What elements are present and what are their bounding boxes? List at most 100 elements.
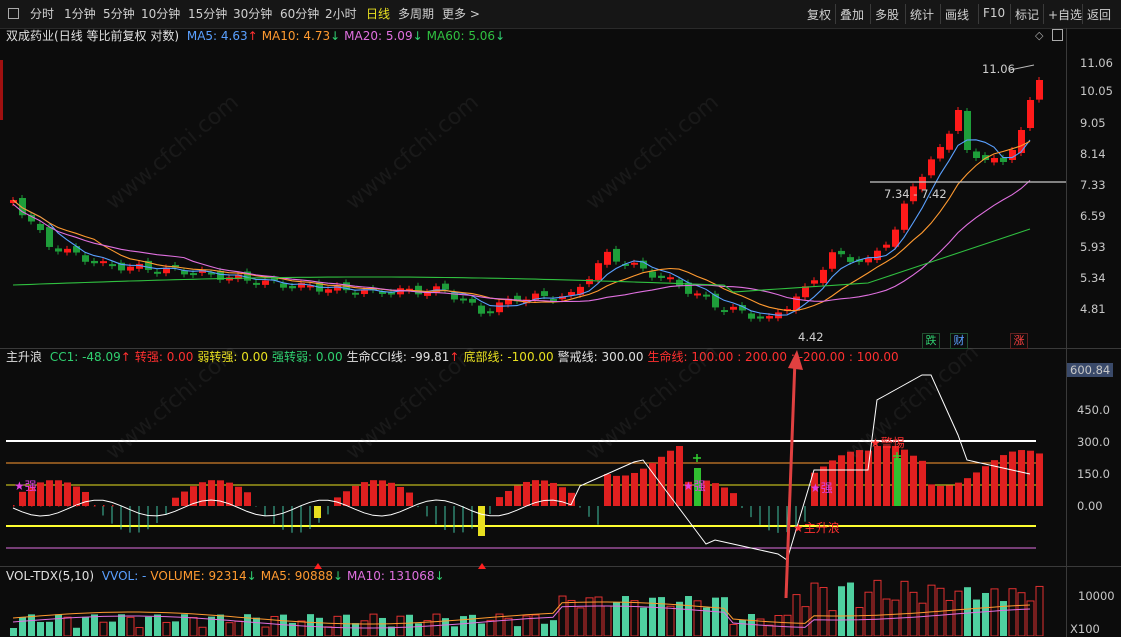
candle-body bbox=[937, 147, 944, 159]
event-badge[interactable]: 涨 bbox=[1010, 333, 1028, 349]
weak-to-strong-bar bbox=[478, 506, 485, 536]
indicator-bar bbox=[37, 482, 44, 506]
volume-bar bbox=[162, 621, 171, 636]
volume-bar bbox=[126, 616, 135, 636]
candle-body bbox=[325, 289, 332, 293]
indicator-bar bbox=[730, 493, 737, 506]
price-tick-label: 8.14 bbox=[1080, 147, 1106, 161]
candle-body bbox=[694, 293, 701, 296]
indicator-bar bbox=[226, 482, 233, 506]
price-tick-label: 9.05 bbox=[1080, 116, 1106, 130]
toolbar-separator bbox=[1082, 4, 1083, 24]
candle-body bbox=[946, 133, 953, 150]
volume-bar bbox=[1008, 588, 1017, 636]
price-tick-label: 5.34 bbox=[1080, 271, 1106, 285]
volume-bar bbox=[225, 622, 234, 636]
indicator-bar bbox=[73, 486, 80, 506]
volume-bar bbox=[685, 596, 692, 636]
indicator-dot bbox=[49, 505, 51, 507]
indicator-bar bbox=[937, 485, 944, 506]
annotation-arrow bbox=[784, 359, 797, 599]
active-marker bbox=[0, 60, 3, 120]
candle-body bbox=[82, 255, 89, 262]
candle-body bbox=[289, 285, 296, 289]
volume-bar bbox=[307, 614, 314, 636]
candle-body bbox=[874, 250, 881, 261]
indicator-dot bbox=[85, 505, 87, 507]
volume-bar bbox=[982, 592, 989, 636]
ma10-line bbox=[12, 140, 1031, 312]
indicator-bar bbox=[505, 490, 512, 506]
indicator-tick-label: 150.0 bbox=[1077, 467, 1110, 481]
candle-body bbox=[595, 263, 602, 280]
event-badge[interactable]: 财 bbox=[950, 333, 968, 349]
price-tick-label: 4.81 bbox=[1080, 302, 1106, 316]
candle-body bbox=[55, 248, 62, 252]
candle-body bbox=[1000, 157, 1007, 162]
volume-bar bbox=[91, 614, 98, 636]
candle-body bbox=[361, 290, 368, 295]
volume-bar bbox=[504, 617, 513, 636]
volume-bar bbox=[261, 626, 270, 636]
gap-annotation: 7.34 - 7.42 bbox=[884, 187, 947, 201]
candle-body bbox=[550, 299, 557, 302]
candle-body bbox=[883, 244, 890, 248]
volume-bar bbox=[135, 627, 144, 636]
candle-body bbox=[631, 262, 638, 265]
toolbar-action-8[interactable]: 返回 bbox=[1087, 6, 1111, 23]
candle-body bbox=[460, 298, 467, 301]
high-price-annotation: 11.06 bbox=[982, 62, 1015, 76]
volume-bar bbox=[324, 626, 333, 636]
candle-body bbox=[604, 251, 611, 265]
volume-bar bbox=[990, 588, 999, 636]
volume-bar bbox=[82, 616, 89, 636]
volume-bar bbox=[73, 627, 80, 636]
indicator-bar bbox=[883, 446, 890, 506]
low-price-annotation: 4.42 bbox=[798, 330, 824, 344]
indicator-bar bbox=[1036, 453, 1043, 506]
volume-bar bbox=[873, 579, 882, 636]
volume-bar bbox=[19, 617, 26, 636]
volume-tick-label: 10000 bbox=[1078, 589, 1115, 603]
ma5-line bbox=[12, 139, 1031, 316]
candle-body bbox=[613, 248, 620, 262]
indicator-bar bbox=[910, 455, 917, 506]
candle-body bbox=[73, 246, 80, 253]
price-tick-label: 7.33 bbox=[1080, 178, 1106, 192]
candle-body bbox=[154, 271, 161, 274]
volume-bar bbox=[658, 597, 665, 636]
volume-bar bbox=[415, 623, 422, 636]
volume-bar bbox=[918, 602, 927, 636]
candle-body bbox=[1009, 150, 1016, 160]
indicator-bar bbox=[244, 492, 251, 506]
indicator-bar bbox=[352, 485, 359, 506]
price-tick-label: 5.93 bbox=[1080, 240, 1106, 254]
volume-bar bbox=[550, 620, 557, 636]
candle-body bbox=[991, 158, 998, 163]
volume-bar bbox=[576, 607, 585, 636]
indicator-bar bbox=[847, 451, 854, 506]
indicator-bar bbox=[874, 446, 881, 506]
indicator-dot bbox=[13, 505, 15, 507]
indicator-bar bbox=[721, 487, 728, 506]
volume-bar bbox=[1017, 592, 1026, 636]
event-badge[interactable]: 跌 bbox=[922, 333, 940, 349]
candle-body bbox=[766, 316, 773, 319]
indicator-dot bbox=[58, 505, 60, 507]
volume-bar bbox=[10, 628, 17, 636]
indicator-bar bbox=[46, 480, 53, 506]
volume-bar bbox=[567, 599, 576, 636]
indicator-bar bbox=[82, 491, 89, 506]
indicator-bar bbox=[973, 472, 980, 506]
indicator-bar bbox=[55, 480, 62, 506]
volume-bar bbox=[37, 622, 44, 636]
volume-bar bbox=[882, 598, 891, 636]
candle-body bbox=[586, 279, 593, 285]
indicator-bar bbox=[181, 491, 188, 506]
indicator-bar bbox=[964, 478, 971, 506]
volume-bar bbox=[630, 600, 639, 636]
volume-bar bbox=[640, 607, 647, 636]
indicator-bar bbox=[838, 455, 845, 506]
candle-body bbox=[1036, 80, 1043, 100]
volume-bar bbox=[55, 614, 62, 636]
